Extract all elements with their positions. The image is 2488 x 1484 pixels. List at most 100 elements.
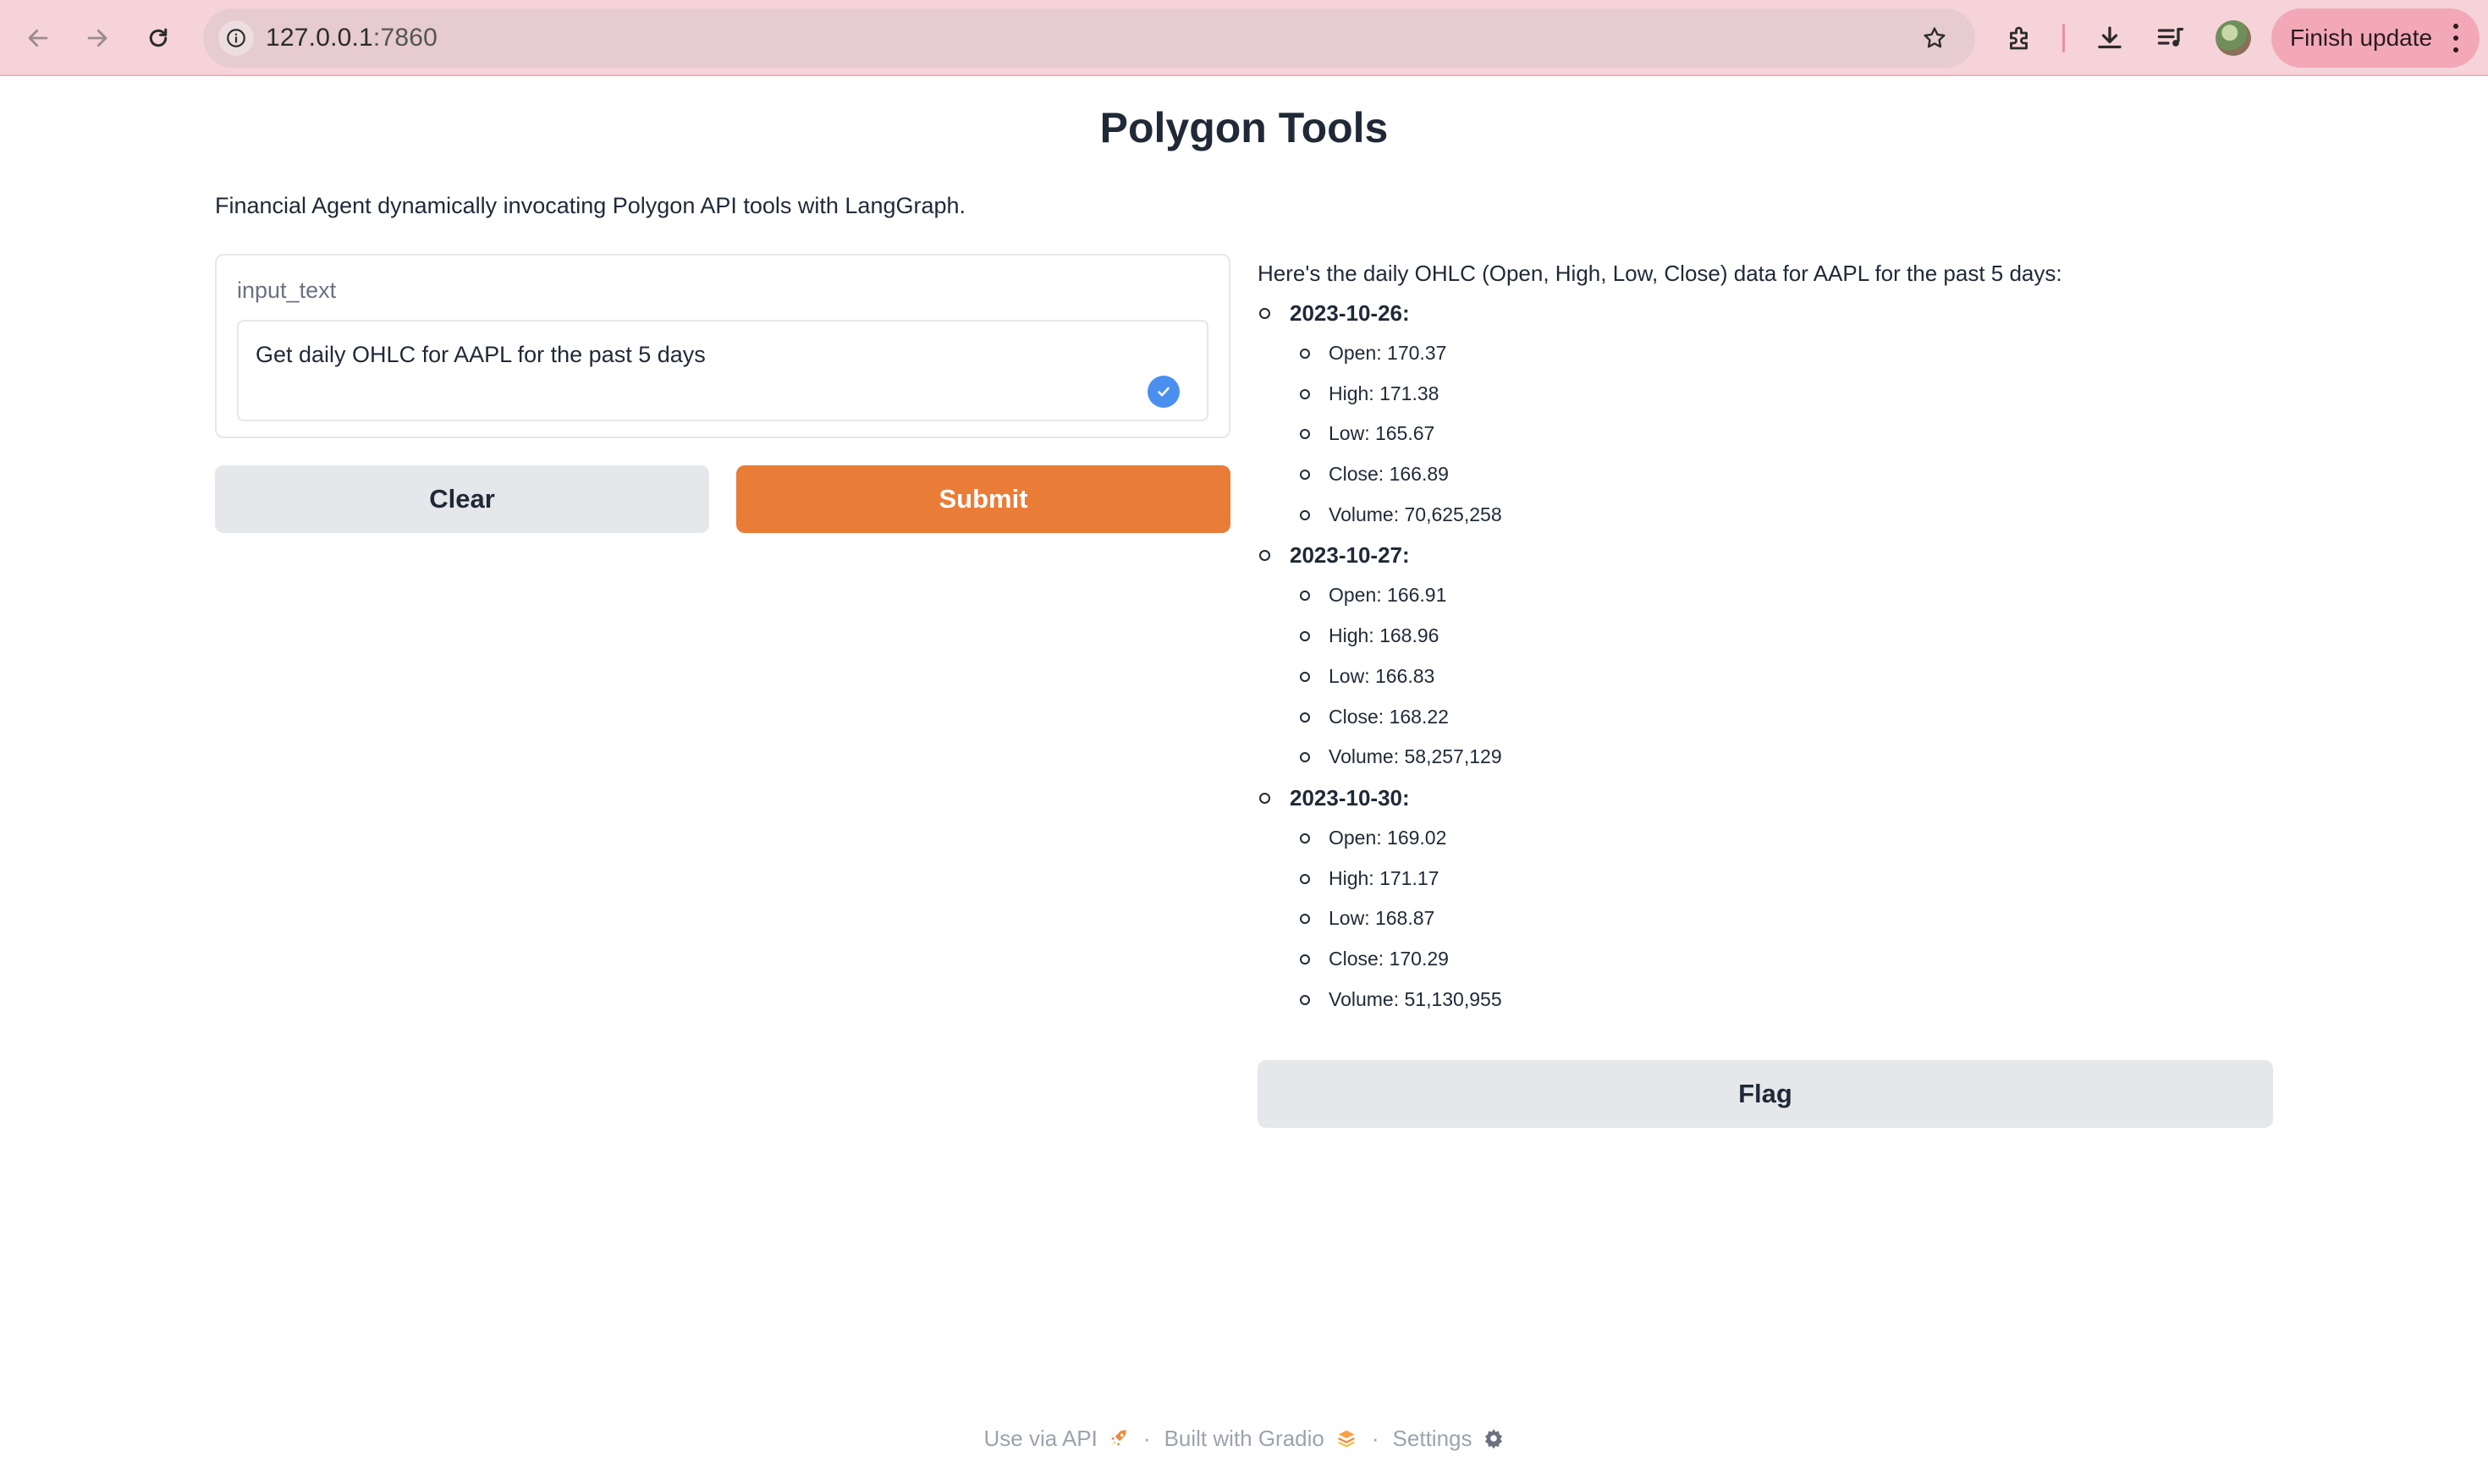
circle-bullet-icon <box>1300 833 1310 844</box>
download-icon[interactable] <box>2089 17 2131 59</box>
circle-bullet-icon <box>1300 671 1310 682</box>
more-options-icon <box>2452 24 2459 52</box>
day-list-item: 2023-10-30: Open: 169.02 High: 171.17 Lo… <box>1258 778 2273 1020</box>
circle-bullet-icon <box>1300 873 1310 884</box>
browser-toolbar: 127.0.0.1:7860 Finish update <box>0 0 2488 76</box>
metric-text: Low: 168.87 <box>1329 907 1435 930</box>
settings-label: Settings <box>1392 1425 1472 1451</box>
submit-button[interactable]: Submit <box>736 465 1230 533</box>
metric-text: Close: 166.89 <box>1329 463 1449 486</box>
circle-bullet-icon <box>1300 509 1310 520</box>
metric-text: Close: 170.29 <box>1329 947 1449 970</box>
metric-item: Close: 170.29 <box>1258 939 2273 980</box>
metric-item: Close: 166.89 <box>1258 454 2273 495</box>
forward-arrow-icon <box>87 29 107 47</box>
input-textarea[interactable]: Get daily OHLC for AAPL for the past 5 d… <box>237 320 1208 421</box>
metric-item: Open: 166.91 <box>1258 575 2273 616</box>
metric-item: High: 168.96 <box>1258 616 2273 657</box>
day-date-text: 2023-10-30: <box>1290 784 1410 811</box>
check-icon <box>1148 376 1180 408</box>
metric-text: High: 171.38 <box>1329 382 1439 404</box>
metric-item: Open: 169.02 <box>1258 818 2273 859</box>
url-port: :7860 <box>372 24 438 52</box>
flag-button[interactable]: Flag <box>1258 1060 2273 1128</box>
metric-item: Low: 165.67 <box>1258 414 2273 454</box>
reload-icon <box>149 28 168 47</box>
circle-bullet-icon <box>1259 550 1270 562</box>
back-button[interactable] <box>15 15 61 61</box>
clear-button[interactable]: Clear <box>215 465 709 533</box>
media-playlist-icon[interactable] <box>2149 17 2192 59</box>
metric-text: Low: 165.67 <box>1329 422 1435 445</box>
footer-separator: · <box>1371 1425 1379 1451</box>
built-with-gradio-link[interactable]: Built with Gradio <box>1164 1426 1358 1452</box>
reload-button[interactable] <box>135 15 181 61</box>
output-intro: Here's the daily OHLC (Open, High, Low, … <box>1258 261 2062 286</box>
metric-item: Open: 170.37 <box>1258 333 2273 374</box>
circle-bullet-icon <box>1300 470 1310 481</box>
metric-item: Volume: 70,625,258 <box>1258 495 2273 536</box>
metric-text: Low: 166.83 <box>1329 664 1435 687</box>
toolbar-divider <box>2062 24 2065 52</box>
input-label: input_text <box>237 278 337 303</box>
profile-avatar[interactable] <box>2216 20 2251 56</box>
circle-bullet-icon <box>1300 752 1310 763</box>
footer: Use via API · Built with Gradio · Settin… <box>0 1420 2488 1457</box>
metric-text: High: 171.17 <box>1329 866 1439 889</box>
metric-item: Low: 166.83 <box>1258 657 2273 697</box>
metric-item: Close: 168.22 <box>1258 697 2273 738</box>
extensions-icon[interactable] <box>1999 17 2041 59</box>
circle-bullet-icon <box>1259 308 1270 319</box>
url-host: 127.0.0.1 <box>266 24 373 52</box>
circle-bullet-icon <box>1300 712 1310 723</box>
circle-bullet-icon <box>1300 429 1310 440</box>
day-date: 2023-10-27: <box>1258 535 2273 575</box>
footer-separator: · <box>1142 1425 1151 1451</box>
rocket-icon <box>1111 1430 1126 1446</box>
finish-update-button[interactable]: Finish update <box>2271 8 2480 68</box>
day-date-text: 2023-10-27: <box>1290 542 1410 569</box>
metric-item: High: 171.17 <box>1258 859 2273 899</box>
metric-item: High: 171.38 <box>1258 374 2273 415</box>
use-via-api-link[interactable]: Use via API <box>983 1426 1129 1452</box>
back-arrow-icon <box>28 29 48 47</box>
app-description: Financial Agent dynamically invocating P… <box>215 193 966 218</box>
day-list-item: 2023-10-26: Open: 170.37 High: 171.38 Lo… <box>1258 293 2273 535</box>
built-with-gradio-label: Built with Gradio <box>1164 1425 1324 1451</box>
metric-text: Volume: 51,130,955 <box>1329 987 1502 1010</box>
address-bar[interactable]: 127.0.0.1:7860 <box>203 8 1975 68</box>
circle-bullet-icon <box>1300 994 1310 1005</box>
bookmark-star-icon[interactable] <box>1918 21 1951 55</box>
metric-text: Open: 166.91 <box>1329 584 1447 607</box>
circle-bullet-icon <box>1300 631 1310 642</box>
day-date: 2023-10-30: <box>1258 778 2273 818</box>
settings-link[interactable]: Settings <box>1393 1426 1505 1452</box>
metric-text: Close: 168.22 <box>1329 705 1449 728</box>
metric-text: Volume: 58,257,129 <box>1329 745 1502 768</box>
day-list-item: 2023-10-27: Open: 166.91 High: 168.96 Lo… <box>1258 535 2273 777</box>
input-text-block: input_text Get daily OHLC for AAPL for t… <box>215 254 1230 438</box>
circle-bullet-icon <box>1300 914 1310 925</box>
day-date-text: 2023-10-26: <box>1290 300 1410 326</box>
finish-update-label: Finish update <box>2290 25 2433 51</box>
forward-button[interactable] <box>74 15 120 61</box>
metric-item: Low: 168.87 <box>1258 899 2273 939</box>
circle-bullet-icon <box>1300 591 1310 602</box>
metric-text: Open: 170.37 <box>1329 342 1447 364</box>
circle-bullet-icon <box>1300 954 1310 965</box>
page-title: Polygon Tools <box>1099 104 1389 151</box>
metric-text: Open: 169.02 <box>1329 826 1447 849</box>
circle-bullet-icon <box>1259 792 1270 804</box>
use-via-api-label: Use via API <box>983 1425 1098 1451</box>
metric-item: Volume: 51,130,955 <box>1258 980 2273 1020</box>
day-date: 2023-10-26: <box>1258 293 2273 333</box>
output-markdown: Here's the daily OHLC (Open, High, Low, … <box>1258 254 2273 1020</box>
metric-text: Volume: 70,625,258 <box>1329 503 1502 525</box>
metric-text: High: 168.96 <box>1329 624 1439 647</box>
site-info-icon[interactable] <box>218 20 254 56</box>
url-text: 127.0.0.1:7860 <box>266 8 438 68</box>
gradio-logo-icon <box>1338 1430 1355 1448</box>
metric-item: Volume: 58,257,129 <box>1258 737 2273 778</box>
gear-icon <box>1484 1429 1502 1449</box>
circle-bullet-icon <box>1300 349 1310 359</box>
